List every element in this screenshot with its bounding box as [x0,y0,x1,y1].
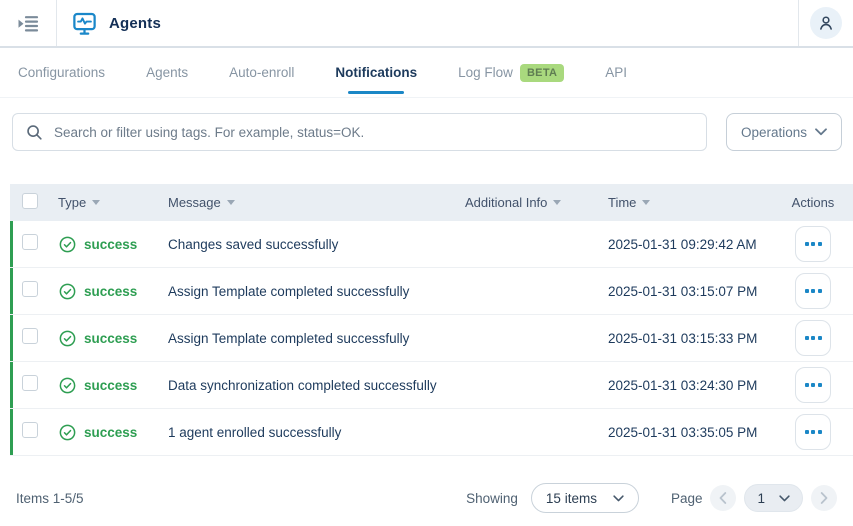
topbar-divider-right [798,0,799,46]
tab-api[interactable]: API [603,48,629,97]
table-row: success Assign Template completed succes… [10,315,853,362]
message-cell: Assign Template completed successfully [168,330,410,346]
page-size-select[interactable]: 15 items [530,483,639,513]
chevron-down-icon [613,494,624,502]
page-label: Page [670,490,703,506]
success-icon [58,329,77,348]
chevron-left-icon [719,492,727,504]
topbar-divider [56,0,57,46]
notifications-table: Type Message Additional Info Time Action… [10,184,853,456]
next-page-button[interactable] [811,485,837,511]
sort-icon [553,200,562,205]
top-bar: Agents [0,0,853,48]
time-cell: 2025-01-31 09:29:42 AM [608,236,757,252]
menu-unfold-icon [16,11,40,35]
row-checkbox[interactable] [22,374,38,391]
row-actions-menu-button[interactable] [795,226,831,262]
select-all-checkbox[interactable] [22,193,38,209]
row-checkbox[interactable] [22,280,38,297]
tab-log-flow[interactable]: Log Flow BETA [456,48,566,97]
table-row: success Assign Template completed succes… [10,268,853,315]
search-box [12,113,707,151]
type-cell: success [58,376,168,395]
user-icon [816,13,836,33]
column-header-type[interactable]: Type [58,195,168,210]
column-header-time[interactable]: Time [608,195,773,210]
search-icon [25,123,43,141]
pagination-footer: Items 1-5/5 Showing 15 items Page 1 [0,478,853,518]
chevron-down-icon [779,494,790,502]
toolbar: Operations [0,98,853,151]
table-row: success 1 agent enrolled successfully 20… [10,409,853,456]
tab-bar: Configurations Agents Auto-enroll Notifi… [0,48,853,98]
tab-configurations[interactable]: Configurations [16,48,107,97]
row-actions-menu-button[interactable] [795,273,831,309]
type-cell: success [58,423,168,442]
message-cell: Assign Template completed successfully [168,283,410,299]
table-row: success Changes saved successfully 2025-… [10,221,853,268]
search-input[interactable] [52,123,694,141]
page-number-select[interactable]: 1 [744,484,803,512]
sidebar-collapse-button[interactable] [0,0,56,46]
tab-agents[interactable]: Agents [144,48,190,97]
tab-auto-enroll[interactable]: Auto-enroll [227,48,296,97]
message-cell: Data synchronization completed successfu… [168,377,437,393]
type-cell: success [58,235,168,254]
time-cell: 2025-01-31 03:15:33 PM [608,330,758,346]
message-cell: Changes saved successfully [168,236,339,252]
tab-notifications[interactable]: Notifications [333,48,419,97]
agents-monitor-icon [71,10,98,37]
chevron-down-icon [815,128,827,136]
column-header-message[interactable]: Message [168,195,465,210]
items-count-label: Items 1-5/5 [16,490,84,506]
sort-icon [642,200,651,205]
column-header-additional-info[interactable]: Additional Info [465,195,608,210]
chevron-right-icon [820,492,828,504]
success-icon [58,282,77,301]
type-cell: success [58,329,168,348]
sort-icon [226,200,235,205]
table-row: success Data synchronization completed s… [10,362,853,409]
success-icon [58,376,77,395]
sort-icon [92,200,101,205]
time-cell: 2025-01-31 03:24:30 PM [608,377,758,393]
type-cell: success [58,282,168,301]
row-actions-menu-button[interactable] [795,367,831,403]
success-icon [58,235,77,254]
row-checkbox[interactable] [22,421,38,438]
page-title: Agents [109,14,162,32]
beta-badge: BETA [519,63,565,82]
previous-page-button[interactable] [710,485,737,511]
user-menu-button[interactable] [810,7,842,39]
row-actions-menu-button[interactable] [795,414,831,450]
row-checkbox[interactable] [22,327,38,344]
success-icon [58,423,77,442]
time-cell: 2025-01-31 03:15:07 PM [608,283,758,299]
message-cell: 1 agent enrolled successfully [168,424,342,440]
showing-label: Showing [466,490,518,506]
time-cell: 2025-01-31 03:35:05 PM [608,424,758,440]
column-header-actions: Actions [791,195,835,210]
operations-button[interactable]: Operations [726,113,842,151]
row-checkbox[interactable] [22,233,38,250]
row-actions-menu-button[interactable] [795,320,831,356]
table-header-row: Type Message Additional Info Time Action… [10,184,853,221]
